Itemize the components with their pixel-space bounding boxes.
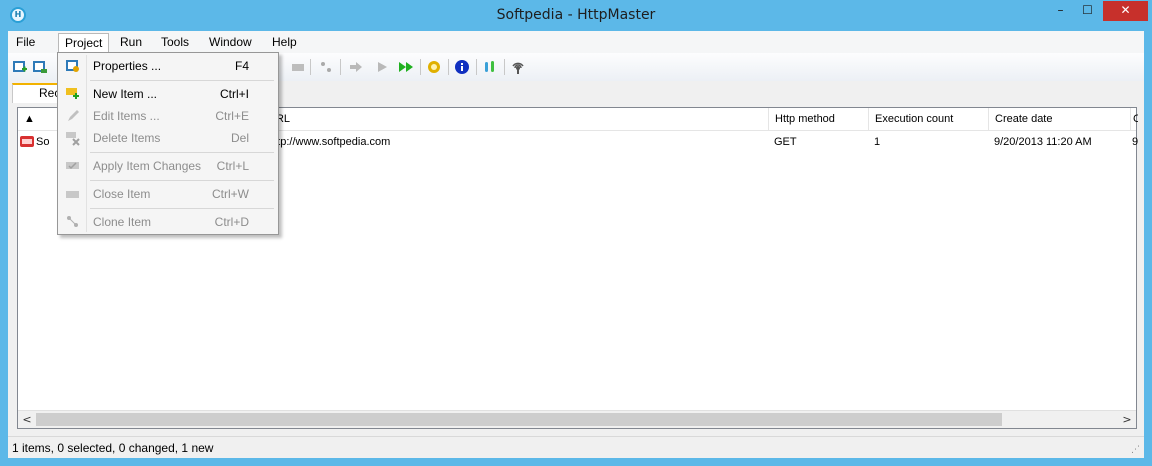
menu-item-shortcut: Ctrl+L	[216, 159, 249, 173]
menu-project[interactable]: Project	[58, 33, 110, 52]
menu-separator	[90, 208, 274, 209]
close-button[interactable]: ✕	[1103, 1, 1148, 21]
menu-run[interactable]: Run	[114, 33, 148, 52]
minimize-button[interactable]: –	[1047, 1, 1074, 21]
menu-item-new-item[interactable]: New Item ... Ctrl+I	[59, 83, 277, 105]
delete-items-icon	[66, 132, 80, 146]
menu-item-clone-item[interactable]: Clone Item Ctrl+D	[59, 211, 277, 233]
properties-icon	[66, 60, 79, 72]
menu-separator	[90, 80, 274, 81]
extra-header-label: C	[1133, 113, 1138, 125]
menu-item-apply-item-changes[interactable]: Apply Item Changes Ctrl+L	[59, 155, 277, 177]
toolbar-separator	[504, 59, 505, 75]
http-method-header-label: Http method	[775, 113, 835, 125]
menu-item-label: Edit Items ...	[93, 109, 160, 123]
http-method-column-header[interactable]: Http method	[768, 108, 868, 131]
run-all-icon[interactable]	[398, 59, 414, 75]
row-method: GET	[774, 136, 797, 148]
sort-ascending-icon: ▲	[24, 113, 35, 125]
status-text: 1 items, 0 selected, 0 changed, 1 new	[12, 441, 214, 455]
menu-help[interactable]: Help	[266, 33, 303, 52]
scroll-thumb[interactable]	[36, 413, 1002, 426]
menu-item-close-item[interactable]: Close Item Ctrl+W	[59, 183, 277, 205]
info-icon[interactable]	[454, 59, 470, 75]
menu-window[interactable]: Window	[203, 33, 258, 52]
menu-item-label: Clone Item	[93, 215, 152, 229]
maximize-button[interactable]: ☐	[1074, 1, 1101, 21]
row-url: http://www.softpedia.com	[268, 136, 391, 148]
url-column-header[interactable]: URL	[268, 108, 768, 131]
close-item-icon	[66, 191, 79, 198]
scroll-right-icon[interactable]: >	[1118, 411, 1136, 429]
new-project-icon[interactable]	[12, 59, 28, 75]
create-date-column-header[interactable]: Create date	[988, 108, 1130, 131]
clone-tool-icon[interactable]	[318, 59, 334, 75]
menu-item-label: Properties ...	[93, 59, 162, 73]
menu-item-label: Close Item	[93, 187, 151, 201]
menu-tools[interactable]: Tools	[155, 33, 195, 52]
menu-item-shortcut: Ctrl+I	[219, 87, 249, 101]
scroll-left-icon[interactable]: <	[18, 411, 36, 429]
menu-item-shortcut: Del	[230, 131, 249, 145]
menu-item-shortcut: Ctrl+W	[212, 187, 249, 201]
toolbar-separator	[310, 59, 311, 75]
menu-item-label: Apply Item Changes	[93, 159, 202, 173]
menu-item-shortcut: Ctrl+D	[214, 215, 249, 229]
menu-bar: File Project Run Tools Window Help	[8, 31, 1144, 53]
execution-count-column-header[interactable]: Execution count	[868, 108, 988, 131]
broadcast-icon[interactable]	[510, 59, 526, 75]
toolbar-separator	[340, 59, 341, 75]
row-create-date: 9/20/2013 11:20 AM	[994, 136, 1092, 148]
tab-requests[interactable]: Rec	[12, 83, 62, 103]
new-item-icon	[66, 88, 79, 99]
sort-column-header[interactable]: ▲	[18, 108, 48, 131]
title-bar[interactable]: H Softpedia - HttpMaster – ☐ ✕	[0, 0, 1152, 31]
clone-item-icon	[67, 216, 78, 227]
stop-icon[interactable]	[426, 59, 442, 75]
menu-item-edit-items[interactable]: Edit Items ... Ctrl+E	[59, 105, 277, 127]
extra-column-header[interactable]: C	[1130, 108, 1138, 131]
menu-item-delete-items[interactable]: Delete Items Del	[59, 127, 277, 149]
edit-items-icon	[68, 110, 79, 121]
menu-item-shortcut: F4	[234, 59, 249, 73]
toolbar-separator	[476, 59, 477, 75]
resize-grip-icon[interactable]: ⋰	[1131, 445, 1140, 455]
menu-item-label: New Item ...	[93, 87, 158, 101]
menu-item-properties[interactable]: Properties ... F4	[59, 55, 277, 77]
test-tubes-icon[interactable]	[482, 59, 498, 75]
app-window: H Softpedia - HttpMaster – ☐ ✕ File Proj…	[0, 0, 1152, 466]
project-menu-dropdown: Properties ... F4 New Item ... Ctrl+I Ed…	[57, 52, 279, 235]
toolbar-separator	[448, 59, 449, 75]
open-project-icon[interactable]	[32, 59, 48, 75]
window-title: Softpedia - HttpMaster	[496, 7, 656, 23]
menu-separator	[90, 152, 274, 153]
status-bar: 1 items, 0 selected, 0 changed, 1 new ⋰	[8, 436, 1144, 458]
run-item-icon[interactable]	[348, 59, 364, 75]
apply-changes-icon	[66, 162, 79, 170]
menu-item-shortcut: Ctrl+E	[215, 109, 249, 123]
close-item-tool-icon[interactable]	[290, 59, 306, 75]
row-execution-count: 1	[874, 136, 881, 148]
play-icon[interactable]	[374, 59, 390, 75]
row-extra: 9	[1132, 136, 1138, 148]
create-date-header-label: Create date	[995, 113, 1053, 125]
toolbar-separator	[420, 59, 421, 75]
menu-item-label: Delete Items	[93, 131, 161, 145]
menu-file[interactable]: File	[10, 33, 41, 52]
horizontal-scrollbar[interactable]: < >	[18, 410, 1136, 428]
execution-count-header-label: Execution count	[875, 113, 954, 125]
menu-separator	[90, 180, 274, 181]
